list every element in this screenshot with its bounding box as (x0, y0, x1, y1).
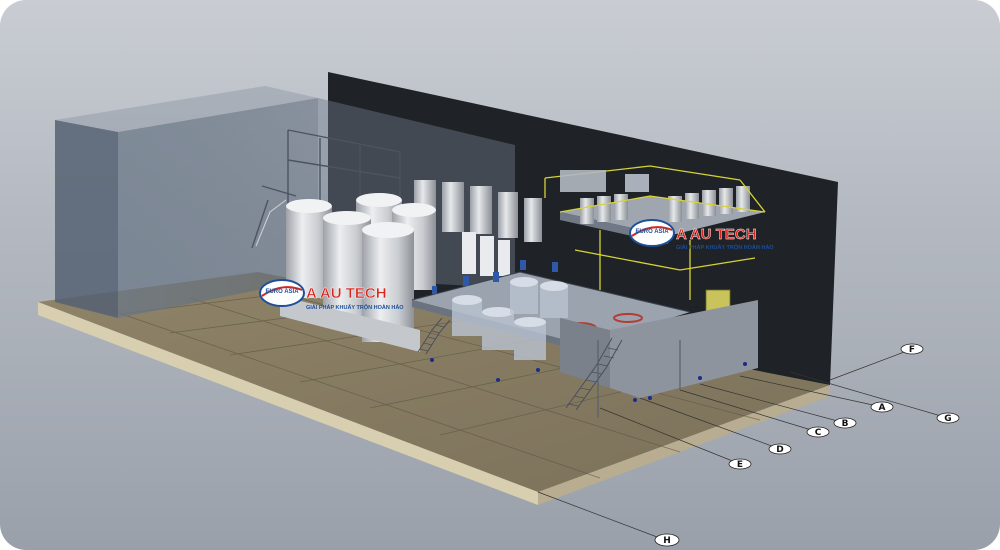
plant-3d-model[interactable]: A B C D E F G H EURO ASIA A AU TECH GIẢI… (0, 0, 1000, 550)
mixing-tank (540, 281, 568, 318)
svg-text:C: C (815, 428, 822, 438)
mixing-tank (452, 295, 482, 336)
brand-watermark: EURO ASIA A AU TECH GIẢI PHÁP KHUẤY TRỘN… (259, 279, 404, 311)
grid-label-bubble: A (870, 401, 894, 413)
grid-label-bubble: B (833, 417, 857, 429)
svg-text:F: F (909, 345, 915, 355)
svg-text:EURO ASIA: EURO ASIA (265, 289, 299, 295)
grid-label-bubble: C (806, 426, 830, 438)
grid-label-bubble: E (728, 458, 752, 470)
svg-text:H: H (663, 536, 671, 546)
cad-3d-viewport[interactable]: A B C D E F G H EURO ASIA A AU TECH GIẢI… (0, 0, 1000, 550)
svg-text:E: E (737, 460, 743, 470)
grid-label-bubble: F (900, 343, 924, 355)
svg-text:G: G (944, 414, 951, 424)
grid-label-bubble: D (768, 443, 792, 455)
svg-text:EURO ASIA: EURO ASIA (635, 229, 669, 235)
svg-text:D: D (776, 445, 783, 455)
svg-text:A AU TECH: A AU TECH (676, 226, 757, 243)
svg-text:A AU TECH: A AU TECH (306, 285, 387, 302)
svg-text:GIẢI PHÁP KHUẤY TRỘN HOÀN HẢO: GIẢI PHÁP KHUẤY TRỘN HOÀN HẢO (676, 243, 774, 251)
svg-text:B: B (842, 419, 849, 429)
mixing-tank (482, 307, 514, 350)
grid-label-bubble: G (936, 412, 960, 424)
grid-label-bubble: H (654, 533, 680, 547)
svg-text:GIẢI PHÁP KHUẤY TRỘN HOÀN HẢO: GIẢI PHÁP KHUẤY TRỘN HOÀN HẢO (306, 303, 404, 311)
mixing-tank (514, 317, 546, 360)
mixing-tank (510, 277, 538, 314)
svg-text:A: A (879, 403, 886, 413)
